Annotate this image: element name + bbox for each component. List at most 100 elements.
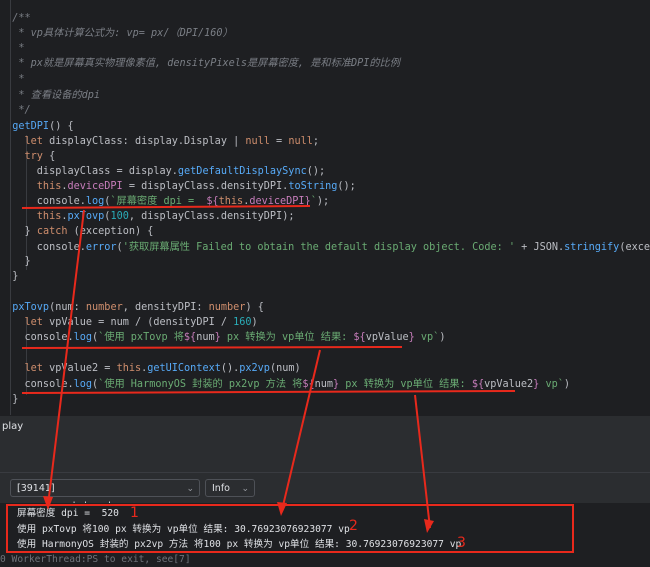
log-output[interactable]: 屏幕密度 dpi = 520 使用 pxTovp 将100 px 转换为 vp单… [0, 503, 650, 565]
code-line: * [0, 72, 25, 87]
code-token: (). [220, 363, 240, 374]
code-token: vp` [414, 332, 440, 343]
code-token: console. [0, 242, 86, 253]
code-token: | [233, 136, 246, 147]
code-token: pxTovp [0, 302, 50, 313]
log-level-value: Info [212, 483, 230, 494]
code-token: ) { [134, 226, 154, 237]
code-editor[interactable]: /** * vp具体计算公式为: vp= px/（DPI/160） * * px… [0, 0, 650, 415]
code-token: getUIContext [147, 363, 221, 374]
code-token: deviceDPI [67, 181, 129, 192]
code-token: this [0, 181, 62, 192]
code-token: (); [306, 166, 326, 177]
code-token: ${ [471, 379, 485, 390]
code-line: this.pxTovp(100, displayClass.densityDPI… [0, 209, 295, 224]
log-filter-bar: [39141] com.example.learnharmonyos ⌄ Inf… [0, 472, 650, 512]
code-token: } [0, 271, 19, 282]
code-token: display.Display [134, 136, 234, 147]
code-line: * vp具体计算公式为: vp= px/（DPI/160） [0, 26, 232, 41]
code-token: num [110, 317, 135, 328]
code-token: this [0, 211, 62, 222]
log-level-select[interactable]: Info ⌄ [205, 479, 255, 497]
code-token: exception [625, 242, 650, 253]
code-token: ) [251, 317, 258, 328]
code-token: num [314, 379, 334, 390]
code-line: /** [0, 11, 31, 26]
code-line: let displayClass: display.Display | null… [0, 134, 319, 149]
code-token: this [116, 363, 142, 374]
code-token: toString [288, 181, 338, 192]
code-token: ) { [245, 302, 264, 313]
code-line: console.error('获取屏幕属性 Failed to obtain t… [0, 240, 650, 255]
code-token: } [0, 394, 19, 405]
code-token: px2vp [239, 363, 270, 374]
code-token: displayClass.densityDPI [141, 211, 283, 222]
code-token: vp` [539, 379, 564, 390]
code-token: getDPI [0, 121, 50, 132]
code-line: */ [0, 103, 30, 118]
code-token: , [128, 211, 142, 222]
code-token: getDefaultDisplaySync [177, 166, 307, 177]
run-tool-window-title: play [0, 415, 650, 438]
code-token: num [196, 332, 215, 343]
code-line: } catch (exception) { [0, 224, 154, 239]
code-token: console. [0, 379, 74, 390]
code-token: * [0, 43, 25, 54]
code-token: densityDPI [135, 302, 197, 313]
code-token: num [276, 363, 295, 374]
code-token: vpValue [49, 317, 99, 328]
code-token: 160 [233, 317, 252, 328]
code-line: try { [0, 149, 56, 164]
code-line: console.log(`使用 HarmonyOS 封装的 px2vp 方法 将… [0, 377, 570, 392]
log-line-px2vp: 使用 HarmonyOS 封装的 px2vp 方法 将100 px 转换为 vp… [17, 539, 462, 550]
code-line: } [0, 269, 18, 284]
code-line: displayClass = display.getDefaultDisplay… [0, 164, 325, 179]
annotation-label-2: 2 [349, 518, 358, 534]
code-token: = [116, 166, 129, 177]
code-line: * [0, 41, 25, 56]
code-line: let vpValue2 = this.getUIContext().px2vp… [0, 361, 301, 376]
code-token: num [55, 302, 74, 313]
code-token: console. [0, 196, 86, 207]
code-token: / ( [134, 317, 154, 328]
code-token: ) [563, 379, 570, 390]
code-token: stringify [564, 242, 620, 253]
code-token: `屏幕密度 dpi = [110, 196, 207, 207]
code-token: log [73, 379, 93, 390]
annotation-label-3: 3 [457, 535, 466, 551]
panel-toolbar-space [0, 438, 650, 472]
code-token: `使用 pxTovp 将 [98, 332, 184, 343]
code-token: number [85, 302, 123, 313]
code-token: * 查看设备的dpi [0, 90, 101, 101]
code-token: null [245, 136, 277, 147]
code-token: 100 [110, 211, 129, 222]
code-token: pxTovp [67, 211, 105, 222]
process-select[interactable]: [39141] com.example.learnharmonyos ⌄ [10, 479, 200, 512]
code-token: * [0, 74, 25, 85]
code-token: px 转换为 vp单位 结果: [220, 332, 354, 343]
code-token: null [288, 136, 313, 147]
code-token: JSON. [533, 242, 565, 253]
code-token: displayClass.densityDPI. [141, 181, 289, 192]
code-token: `使用 HarmonyOS 封装的 px2vp 方法 将 [98, 379, 303, 390]
code-token: vpValue2 [484, 379, 534, 390]
code-token: log [73, 332, 93, 343]
code-line: console.log(`使用 pxTovp 将${num} px 转换为 vp… [0, 330, 446, 345]
code-token: px 转换为 vp单位 结果: [339, 379, 472, 390]
code-token: ${ [183, 332, 197, 343]
code-token: /** [0, 13, 31, 24]
code-token: , [122, 302, 135, 313]
code-line: let vpValue = num / (densityDPI / 160) [0, 315, 258, 330]
code-token: ); [282, 211, 295, 222]
code-token: ${ [353, 332, 366, 343]
code-line: * px就是屏幕真实物理像素值, densityPixels是屏幕密度, 是和标… [0, 56, 400, 71]
log-line-truncated: 0 WorkerThread:PS to exit, see[7] [0, 554, 191, 565]
code-token: error [85, 242, 117, 253]
code-line: console.log(`屏幕密度 dpi = ${this.deviceDPI… [0, 194, 329, 209]
code-token: { [49, 151, 56, 162]
code-line: } [0, 392, 18, 407]
chevron-down-icon: ⌄ [186, 484, 194, 494]
code-token: let [0, 317, 50, 328]
code-token: displayClass [0, 166, 117, 177]
code-token: = [128, 181, 142, 192]
